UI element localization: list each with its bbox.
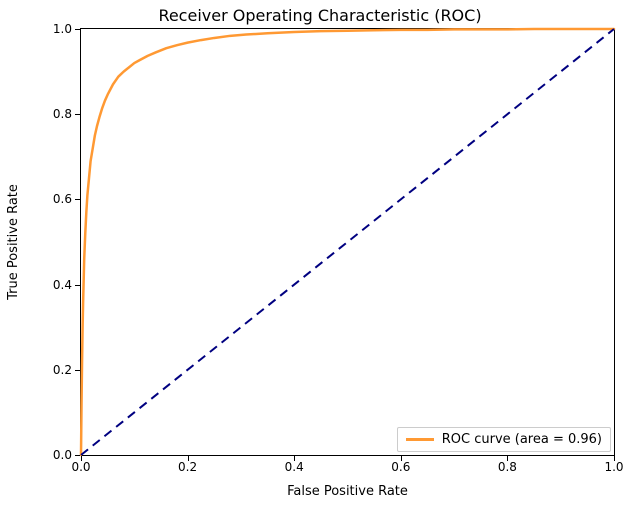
legend: ROC curve (area = 0.96) bbox=[397, 427, 611, 452]
y-tick-label: 0.0 bbox=[32, 448, 72, 462]
x-axis-label: False Positive Rate bbox=[80, 484, 615, 499]
plot-svg bbox=[81, 29, 614, 455]
y-axis-label: True Positive Rate bbox=[6, 28, 26, 456]
y-tick-mark bbox=[75, 199, 80, 200]
y-tick-label: 0.8 bbox=[32, 107, 72, 121]
legend-swatch-roc bbox=[406, 438, 434, 441]
y-tick-mark bbox=[75, 455, 80, 456]
y-tick-mark bbox=[75, 285, 80, 286]
x-tick-label: 0.4 bbox=[285, 460, 304, 474]
chart-title: Receiver Operating Characteristic (ROC) bbox=[0, 6, 640, 25]
y-tick-label: 0.4 bbox=[32, 278, 72, 292]
plot-area: ROC curve (area = 0.96) bbox=[80, 28, 615, 456]
y-tick-label: 0.6 bbox=[32, 192, 72, 206]
y-tick-label: 0.2 bbox=[32, 363, 72, 377]
roc-chart-figure: Receiver Operating Characteristic (ROC) … bbox=[0, 0, 640, 516]
x-tick-label: 0.8 bbox=[498, 460, 517, 474]
x-tick-label: 0.0 bbox=[71, 460, 90, 474]
legend-label-roc: ROC curve (area = 0.96) bbox=[442, 432, 602, 447]
x-tick-label: 0.6 bbox=[391, 460, 410, 474]
diagonal-reference-line bbox=[81, 29, 614, 455]
y-tick-label: 1.0 bbox=[32, 22, 72, 36]
y-tick-mark bbox=[75, 114, 80, 115]
x-tick-label: 0.2 bbox=[178, 460, 197, 474]
y-tick-mark bbox=[75, 29, 80, 30]
x-tick-label: 1.0 bbox=[604, 460, 623, 474]
y-tick-mark bbox=[75, 370, 80, 371]
